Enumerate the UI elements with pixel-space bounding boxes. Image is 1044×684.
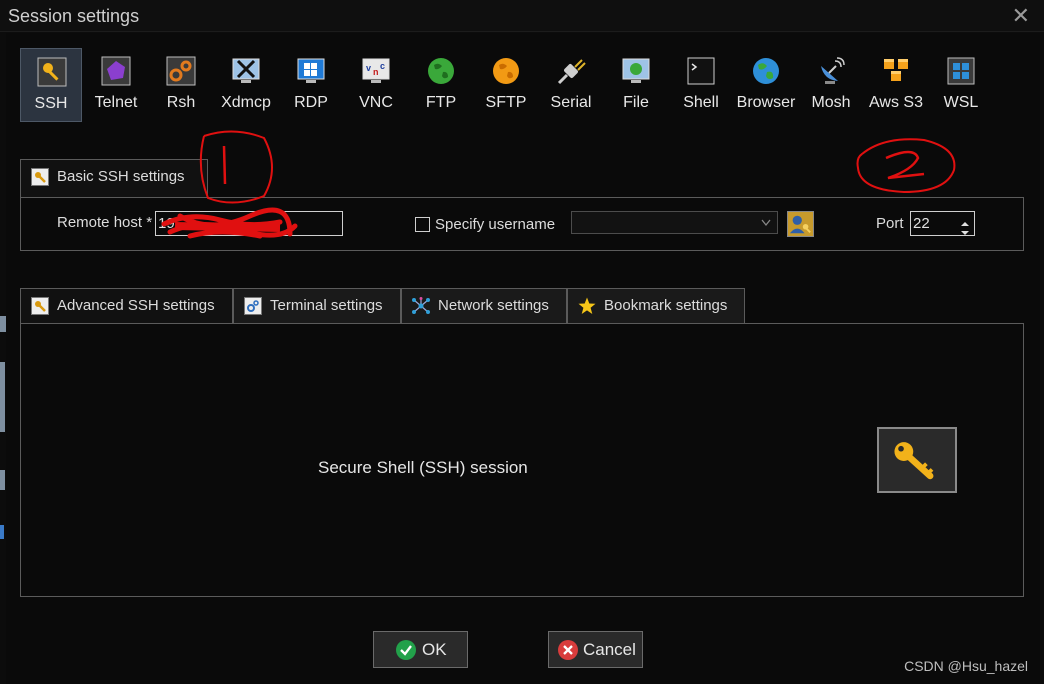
svg-text:v: v [366, 63, 371, 73]
user-manager-button[interactable] [787, 211, 814, 237]
ftp-globe-icon [428, 58, 454, 84]
tab-label: Bookmark settings [604, 297, 728, 314]
rdp-icon [297, 58, 325, 83]
port-label: Port [876, 215, 904, 232]
session-type-vnc[interactable]: v n c VNC [345, 48, 407, 122]
tab-label: Basic SSH settings [57, 168, 185, 185]
check-icon [396, 640, 416, 660]
session-type-file[interactable]: File [605, 48, 667, 122]
username-select[interactable] [571, 211, 778, 234]
session-type-serial[interactable]: Serial [540, 48, 602, 122]
shell-terminal-icon [687, 57, 715, 85]
port-decrement-icon[interactable] [958, 225, 972, 235]
watermark: CSDN @Hsu_hazel [904, 658, 1028, 674]
ssh-key-large [877, 427, 957, 493]
session-type-wsl[interactable]: WSL [930, 48, 992, 122]
port-increment-icon[interactable] [958, 215, 972, 226]
tab-bookmark-settings[interactable]: Bookmark settings [567, 288, 745, 324]
serial-plug-icon [557, 59, 586, 85]
session-description: Secure Shell (SSH) session [318, 458, 528, 477]
terminal-gear-icon [244, 297, 262, 315]
session-type-shell[interactable]: Shell [670, 48, 732, 122]
session-type-label: WSL [943, 94, 979, 111]
advanced-ssh-settings-panel: Secure Shell (SSH) session [20, 323, 1024, 597]
session-type-ftp[interactable]: FTP [410, 48, 472, 122]
tab-advanced-ssh-settings[interactable]: Advanced SSH settings [20, 288, 233, 324]
tab-basic-ssh-settings[interactable]: Basic SSH settings [20, 159, 208, 198]
window-title: Session settings [8, 6, 140, 26]
background-window-fragment [0, 316, 6, 332]
session-type-rsh[interactable]: Rsh [150, 48, 212, 122]
key-icon [31, 168, 49, 186]
aws-s3-cubes-icon [884, 59, 908, 81]
session-type-xdmcp[interactable]: Xdmcp [215, 48, 277, 122]
close-icon[interactable]: ✕ [1012, 3, 1030, 29]
tab-network-settings[interactable]: Network settings [401, 288, 567, 324]
background-window-fragment [0, 525, 4, 539]
cancel-label: Cancel [583, 640, 636, 659]
wsl-windows-icon [947, 57, 975, 85]
session-type-telnet[interactable]: Telnet [85, 48, 147, 122]
tab-terminal-settings[interactable]: Terminal settings [233, 288, 401, 324]
cancel-button[interactable]: Cancel [548, 631, 643, 668]
remote-host-input[interactable] [155, 211, 343, 236]
background-window-fragment [0, 362, 5, 432]
key-icon [31, 297, 49, 315]
rsh-icon [166, 56, 196, 86]
tab-label: Network settings [438, 297, 549, 314]
ok-button[interactable]: OK [373, 631, 468, 668]
session-type-browser[interactable]: Browser [735, 48, 797, 122]
background-window-fragment [0, 470, 5, 490]
svg-text:n: n [373, 67, 379, 77]
svg-text:c: c [380, 61, 385, 71]
vnc-icon: v n c [362, 58, 390, 83]
session-type-toolbar: SSH Telnet Rsh Xdmcp RDP v n c VNC FTP S… [20, 48, 1020, 122]
cancel-icon [558, 640, 578, 660]
network-icon [412, 297, 430, 314]
chevron-down-icon [761, 219, 771, 227]
tab-label: Advanced SSH settings [57, 297, 215, 314]
ssh-key-icon [37, 57, 67, 87]
ok-label: OK [422, 640, 447, 659]
session-type-mosh[interactable]: Mosh [800, 48, 862, 122]
remote-host-label: Remote host * [57, 214, 153, 231]
session-type-aws-s3[interactable]: Aws S3 [865, 48, 927, 122]
session-type-ssh[interactable]: SSH [20, 48, 82, 122]
telnet-icon [101, 56, 131, 86]
mosh-satellite-icon [821, 57, 845, 84]
xdmcp-icon [232, 58, 260, 83]
tab-label: Terminal settings [270, 297, 383, 314]
specify-username-label: Specify username [435, 216, 556, 233]
star-icon [578, 297, 596, 314]
sftp-globe-icon [493, 58, 519, 84]
specify-username-checkbox[interactable] [415, 217, 430, 232]
basic-ssh-settings-panel: Remote host * Specify username Port [20, 197, 1024, 251]
browser-globe-icon [753, 58, 779, 84]
large-key-icon [894, 442, 934, 480]
title-bar: Session settings ✕ [0, 0, 1044, 32]
session-type-sftp[interactable]: SFTP [475, 48, 537, 122]
session-type-rdp[interactable]: RDP [280, 48, 342, 122]
user-key-icon [789, 215, 811, 234]
session-settings-dialog: SSH Telnet Rsh Xdmcp RDP v n c VNC FTP S… [6, 33, 1040, 684]
file-monitor-icon [622, 58, 650, 83]
